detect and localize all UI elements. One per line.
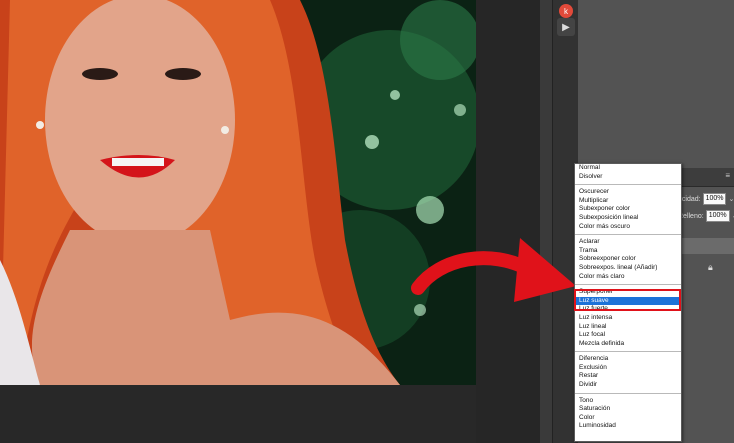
- menu-item[interactable]: Trama: [575, 247, 681, 256]
- opacity-input[interactable]: 100%: [702, 193, 727, 205]
- layer-row[interactable]: [678, 238, 734, 254]
- menu-item[interactable]: Sobreexpos. lineal (Añadir): [575, 264, 681, 273]
- menu-item[interactable]: Luz lineal: [575, 323, 681, 332]
- menu-item[interactable]: Color más claro: [575, 273, 681, 282]
- menu-item[interactable]: Multiplicar: [575, 197, 681, 206]
- menu-item[interactable]: Luz fuerte: [575, 305, 681, 314]
- menu-item[interactable]: Normal: [575, 164, 681, 173]
- canvas-margin: [476, 0, 540, 443]
- menu-item[interactable]: Subexponer color: [575, 205, 681, 214]
- menu-item[interactable]: Aclarar: [575, 238, 681, 247]
- portrait-photo: [0, 0, 476, 385]
- menu-item[interactable]: Luz intensa: [575, 314, 681, 323]
- menu-item[interactable]: Oscurecer: [575, 188, 681, 197]
- canvas-area: [0, 0, 540, 443]
- play-icon[interactable]: ▶: [557, 18, 575, 36]
- menu-item[interactable]: Saturación: [575, 405, 681, 414]
- menu-item[interactable]: Subexposición lineal: [575, 214, 681, 223]
- red-arrow-annotation: [411, 238, 576, 302]
- menu-item[interactable]: Disolver: [575, 173, 681, 182]
- menu-item[interactable]: Sobreexponer color: [575, 255, 681, 264]
- chevron-down-icon[interactable]: ⌄: [728, 195, 734, 203]
- menu-separator: [575, 234, 681, 236]
- menu-item[interactable]: Restar: [575, 372, 681, 381]
- panel-menu-icon[interactable]: ≡: [725, 171, 730, 180]
- opacity-control: acidad: 100% ⌄: [678, 193, 734, 205]
- menu-item[interactable]: Dividir: [575, 381, 681, 390]
- lock-icon[interactable]: 🔒︎: [708, 262, 713, 273]
- menu-separator: [575, 351, 681, 353]
- menu-item[interactable]: Luz suave: [575, 296, 681, 306]
- menu-separator: [575, 392, 681, 394]
- menu-separator: [575, 284, 681, 286]
- menu-item[interactable]: Diferencia: [575, 355, 681, 364]
- fill-control: Relleno: 100% ⌄: [678, 210, 734, 222]
- menu-separator: [575, 184, 681, 186]
- menu-item[interactable]: Luminosidad: [575, 422, 681, 431]
- menu-item[interactable]: Superponer: [575, 288, 681, 297]
- menu-item[interactable]: Tono: [575, 397, 681, 406]
- fill-input[interactable]: 100%: [705, 210, 730, 222]
- panel-divider: [540, 0, 552, 443]
- canvas-photo: [0, 0, 476, 385]
- menu-item[interactable]: Color más oscuro: [575, 223, 681, 232]
- blend-mode-dropdown[interactable]: Normal Disolver Oscurecer Multiplicar Subexp…: [574, 163, 682, 442]
- menu-item[interactable]: Color: [575, 414, 681, 423]
- menu-item[interactable]: Luz focal: [575, 331, 681, 340]
- menu-item[interactable]: Mezcla definida: [575, 340, 681, 349]
- menu-item[interactable]: Exclusión: [575, 364, 681, 373]
